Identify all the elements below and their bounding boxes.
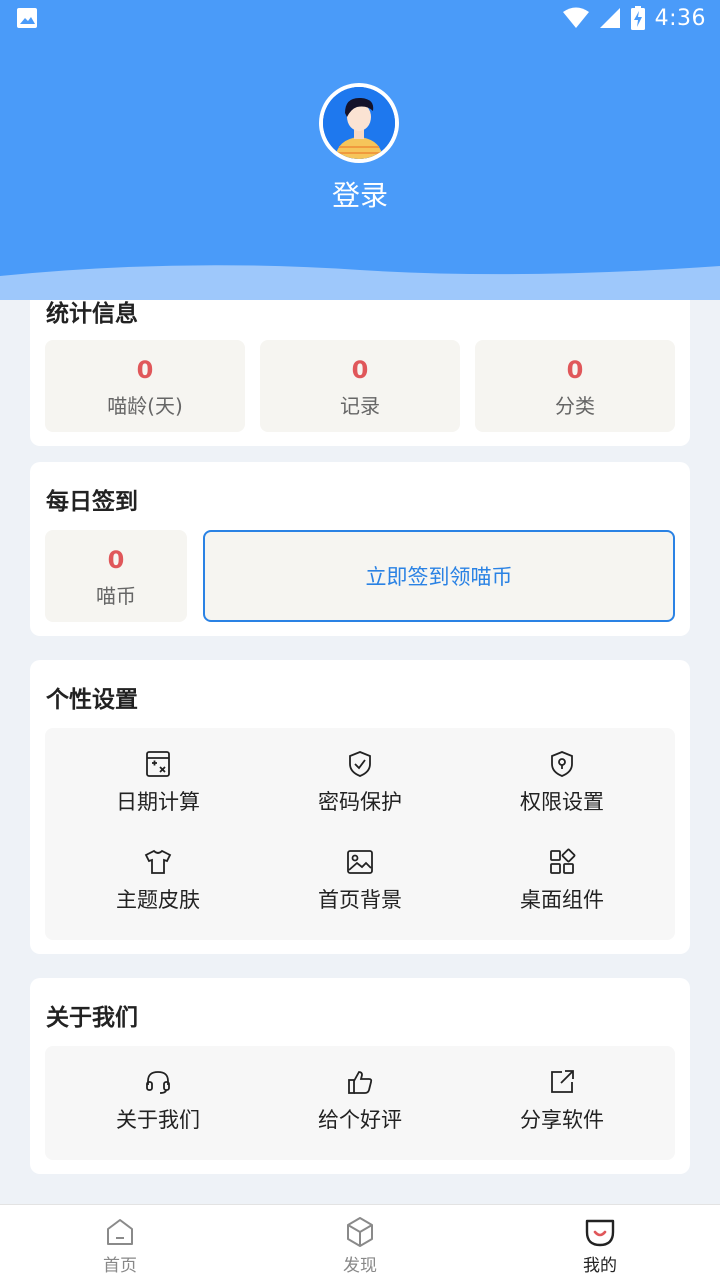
about-us-label: 关于我们 [116, 1108, 200, 1132]
share-external-icon [551, 1070, 574, 1093]
avatar[interactable] [319, 83, 399, 163]
shield-check-icon [349, 751, 371, 777]
about-title: 关于我们 [46, 1005, 138, 1031]
header-wave-overlay [0, 236, 720, 300]
theme-skin-label: 主题皮肤 [116, 888, 200, 912]
battery-charging-icon [630, 6, 645, 30]
about-us-item[interactable]: 关于我们 [53, 1068, 263, 1134]
settings-card: 个性设置 日期计算 密码保护 权限设置 主题皮肤 首页背景 桌面组件 [30, 660, 690, 954]
date-calc-label: 日期计算 [116, 790, 200, 814]
widgets-icon [550, 848, 576, 874]
nav-discover[interactable]: 发现 [240, 1205, 480, 1280]
stat-categories-label: 分类 [555, 394, 595, 418]
gallery-notification-icon [17, 8, 37, 28]
about-card: 关于我们 关于我们 给个好评 分享软件 [30, 978, 690, 1174]
status-time: 4:36 [654, 5, 706, 31]
nav-home-label: 首页 [103, 1256, 137, 1276]
checkin-title: 每日签到 [46, 489, 138, 515]
nav-profile-label: 我的 [583, 1256, 617, 1276]
login-link[interactable]: 登录 [0, 174, 720, 214]
settings-grid: 日期计算 密码保护 权限设置 主题皮肤 首页背景 桌面组件 [45, 728, 675, 940]
share-app-label: 分享软件 [520, 1108, 604, 1132]
settings-title: 个性设置 [46, 687, 138, 713]
stat-days[interactable]: 0 喵龄(天) [45, 340, 245, 432]
wifi-icon [562, 7, 589, 28]
rate-app-label: 给个好评 [318, 1108, 402, 1132]
desktop-widget-item[interactable]: 桌面组件 [457, 848, 667, 914]
date-calc-item[interactable]: 日期计算 [53, 750, 263, 816]
status-bar: 4:36 [0, 0, 720, 36]
stat-categories-value: 0 [566, 356, 584, 384]
calculator-icon [146, 751, 170, 777]
theme-skin-item[interactable]: 主题皮肤 [53, 848, 263, 914]
home-background-item[interactable]: 首页背景 [255, 848, 465, 914]
stats-card: 统计信息 0 喵龄(天) 0 记录 0 分类 [30, 280, 690, 446]
stat-records[interactable]: 0 记录 [260, 340, 460, 432]
stat-days-value: 0 [136, 356, 154, 384]
nav-profile[interactable]: 我的 [480, 1205, 720, 1280]
desktop-widget-label: 桌面组件 [520, 888, 604, 912]
image-icon [347, 850, 373, 874]
permission-settings-label: 权限设置 [520, 790, 604, 814]
rate-app-item[interactable]: 给个好评 [255, 1068, 465, 1134]
tshirt-icon [144, 849, 172, 874]
home-background-label: 首页背景 [318, 888, 402, 912]
stat-records-label: 记录 [340, 394, 380, 418]
thumbs-up-icon [348, 1071, 373, 1094]
checkin-button[interactable]: 立即签到领喵币 [203, 530, 675, 622]
shield-lock-icon [551, 751, 573, 777]
user-avatar-icon [323, 87, 395, 159]
stat-categories[interactable]: 0 分类 [475, 340, 675, 432]
nav-home[interactable]: 首页 [0, 1205, 240, 1280]
nav-discover-label: 发现 [343, 1256, 377, 1276]
profile-smile-icon [585, 1219, 615, 1247]
discover-cube-icon [347, 1217, 373, 1247]
headset-icon [146, 1071, 170, 1094]
coins-value: 0 [107, 546, 125, 574]
signal-icon [599, 8, 620, 28]
permission-settings-item[interactable]: 权限设置 [457, 750, 667, 816]
bottom-nav: 首页 发现 我的 [0, 1204, 720, 1280]
coins-label: 喵币 [96, 584, 136, 608]
coins-box: 0 喵币 [45, 530, 187, 622]
stat-days-label: 喵龄(天) [107, 394, 183, 418]
share-app-item[interactable]: 分享软件 [457, 1068, 667, 1134]
password-protect-label: 密码保护 [318, 790, 402, 814]
password-protect-item[interactable]: 密码保护 [255, 750, 465, 816]
home-icon [107, 1219, 133, 1245]
about-grid: 关于我们 给个好评 分享软件 [45, 1046, 675, 1160]
stat-records-value: 0 [351, 356, 369, 384]
checkin-card: 每日签到 0 喵币 立即签到领喵币 [30, 462, 690, 636]
